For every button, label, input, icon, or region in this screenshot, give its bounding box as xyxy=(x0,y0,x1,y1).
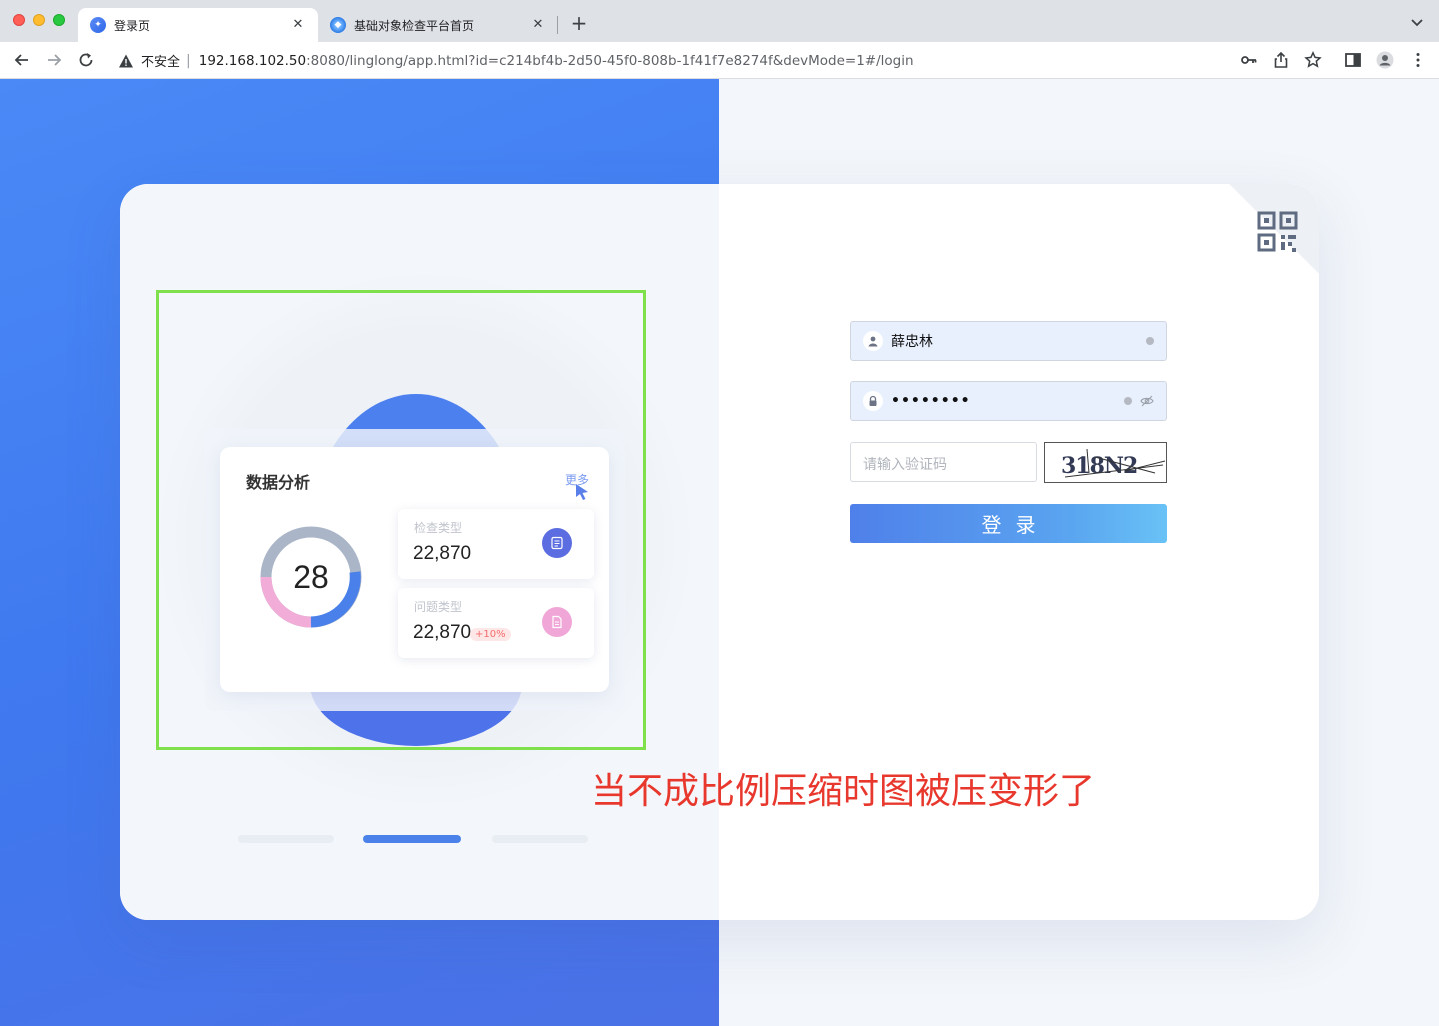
tab-platform-home[interactable]: ◆ 基础对象检查平台首页 ✕ xyxy=(318,8,558,42)
close-window-button[interactable] xyxy=(13,14,25,26)
url-path: :8080/linglong/app.html?id=c214bf4b-2d50… xyxy=(306,52,914,69)
captcha-input[interactable]: 请输入验证码 xyxy=(850,442,1037,482)
tab-title: 登录页 xyxy=(114,18,151,33)
clear-input-icon[interactable] xyxy=(1124,397,1132,405)
side-panel-icon[interactable] xyxy=(1344,51,1362,69)
tab-separator xyxy=(557,16,558,34)
warning-icon[interactable] xyxy=(118,53,134,69)
carousel-indicator-active[interactable] xyxy=(363,835,461,843)
password-field[interactable]: •••••••• xyxy=(850,381,1167,421)
new-tab-button[interactable]: + xyxy=(568,13,590,35)
login-page: 数据分析 更多 28 检查类型 22,870 问题类型 22,870 +10% … xyxy=(0,79,1439,1026)
clear-input-icon[interactable] xyxy=(1146,337,1154,345)
browser-tab-bar: ✦ 登录页 ✕ ◆ 基础对象检查平台首页 ✕ + xyxy=(0,0,1439,42)
security-status-label: 不安全 xyxy=(141,55,181,70)
carousel-indicator[interactable] xyxy=(238,835,334,843)
address-bar[interactable]: 不安全 | 192.168.102.50 :8080/linglong/app.… xyxy=(108,46,1231,75)
password-value: •••••••• xyxy=(891,393,971,409)
minimize-window-button[interactable] xyxy=(33,14,45,26)
username-value: 薛忠林 xyxy=(891,334,933,350)
more-menu-icon[interactable] xyxy=(1409,51,1427,69)
site-favicon-icon: ✦ xyxy=(90,17,106,33)
address-divider: | xyxy=(186,52,191,69)
share-icon[interactable] xyxy=(1272,51,1290,69)
login-button[interactable]: 登录 xyxy=(850,504,1167,543)
back-arrow-icon[interactable] xyxy=(12,50,32,70)
user-icon xyxy=(863,331,883,351)
forward-arrow-icon[interactable] xyxy=(44,50,64,70)
tab-close-icon[interactable]: ✕ xyxy=(290,17,306,33)
browser-toolbar: 不安全 | 192.168.102.50 :8080/linglong/app.… xyxy=(0,42,1439,79)
annotation-text: 当不成比例压缩时图被压变形了 xyxy=(591,771,1096,812)
profile-avatar-icon[interactable] xyxy=(1376,51,1394,69)
tab-close-icon[interactable]: ✕ xyxy=(530,17,546,33)
tab-login[interactable]: ✦ 登录页 ✕ xyxy=(78,8,318,42)
qr-login-corner[interactable] xyxy=(1229,184,1319,274)
url-host: 192.168.102.50 xyxy=(198,52,307,69)
bookmark-star-icon[interactable] xyxy=(1304,51,1322,69)
reload-icon[interactable] xyxy=(76,50,96,70)
site-favicon-icon: ◆ xyxy=(330,17,346,33)
eye-off-icon[interactable] xyxy=(1140,395,1154,407)
username-field[interactable]: 薛忠林 xyxy=(850,321,1167,361)
lock-icon xyxy=(863,391,883,411)
tab-title: 基础对象检查平台首页 xyxy=(354,18,475,33)
captcha-image[interactable]: 318N2 xyxy=(1044,442,1167,483)
highlight-box xyxy=(156,290,646,750)
qr-code-icon[interactable] xyxy=(1257,211,1299,255)
maximize-window-button[interactable] xyxy=(53,14,65,26)
chevron-down-icon[interactable] xyxy=(1409,14,1425,30)
captcha-placeholder: 请输入验证码 xyxy=(863,457,947,473)
carousel-indicator[interactable] xyxy=(492,835,588,843)
key-icon[interactable] xyxy=(1240,51,1258,69)
captcha-text: 318N2 xyxy=(1061,453,1137,479)
